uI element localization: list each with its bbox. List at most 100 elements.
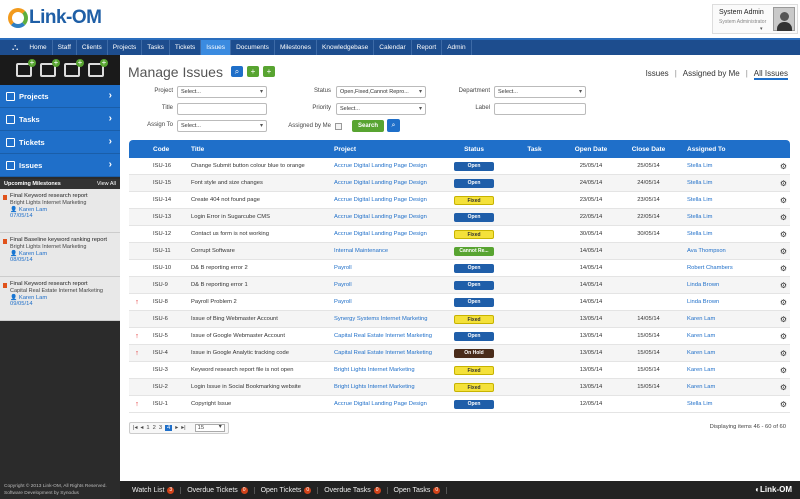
nav-item-staff[interactable]: Staff xyxy=(53,40,77,55)
table-row[interactable]: ISU-9 D& B reporting error 1 Payroll Open 14… xyxy=(129,277,790,294)
page-size-select[interactable]: 15 xyxy=(194,424,225,432)
sidebar-item-issues[interactable]: Issues › xyxy=(0,154,120,177)
issue-title[interactable]: D& B reporting error 2 xyxy=(184,265,327,271)
gear-icon[interactable]: ⚙ xyxy=(777,264,790,273)
issue-title[interactable]: Change Submit button colour blue to oran… xyxy=(184,163,327,169)
table-row[interactable]: ↑ ISU-1 Copyright Issue Accrue Digital Land… xyxy=(129,396,790,413)
page-1[interactable]: 1 xyxy=(146,425,149,431)
issue-title[interactable]: D& B reporting error 1 xyxy=(184,282,327,288)
add-bulk-button[interactable]: + xyxy=(263,66,275,77)
nav-item-issues[interactable]: Issues xyxy=(201,40,232,55)
add-issue-button[interactable]: + xyxy=(247,66,259,77)
issue-project[interactable]: Payroll xyxy=(327,265,441,271)
add-document-icon[interactable] xyxy=(16,59,36,77)
issue-project[interactable]: Capital Real Estate Internet Marketing xyxy=(327,333,441,339)
issue-title[interactable]: Payroll Problem 2 xyxy=(184,299,327,305)
nav-item-admin[interactable]: Admin xyxy=(442,40,472,55)
page-3[interactable]: 3 xyxy=(159,425,162,431)
nav-item-documents[interactable]: Documents xyxy=(231,40,275,55)
last-page-icon[interactable]: ▸| xyxy=(181,425,185,431)
table-row[interactable]: ISU-12 Contact us form is not working Accr… xyxy=(129,226,790,243)
gear-icon[interactable]: ⚙ xyxy=(777,332,790,341)
user-menu[interactable]: System Admin System Administrator ▾ xyxy=(712,4,798,34)
issue-title[interactable]: Contact us form is not working xyxy=(184,231,327,237)
prev-page-icon[interactable]: ◂ xyxy=(140,425,143,431)
table-row[interactable]: ↑ ISU-5 Issue of Google Webmaster Account C… xyxy=(129,328,790,345)
assigned-to[interactable]: Karen Lam xyxy=(677,316,777,322)
gear-icon[interactable]: ⚙ xyxy=(777,162,790,171)
chevron-down-icon[interactable]: ▾ xyxy=(760,26,763,32)
issue-project[interactable]: Payroll xyxy=(327,299,441,305)
gear-icon[interactable]: ⚙ xyxy=(777,213,790,222)
issue-project[interactable]: Accrue Digital Landing Page Design xyxy=(327,214,441,220)
issue-title[interactable]: Corrupt Software xyxy=(184,248,327,254)
gear-icon[interactable]: ⚙ xyxy=(777,383,790,392)
sidebar-item-tasks[interactable]: Tasks › xyxy=(0,108,120,131)
table-row[interactable]: ISU-10 D& B reporting error 2 Payroll Open 1… xyxy=(129,260,790,277)
issue-project[interactable]: Internal Maintenance xyxy=(327,248,441,254)
gear-icon[interactable]: ⚙ xyxy=(777,281,790,290)
assigned-by-me-checkbox[interactable] xyxy=(335,123,342,130)
add-task-icon[interactable] xyxy=(40,59,60,77)
gear-icon[interactable]: ⚙ xyxy=(777,298,790,307)
assigned-to[interactable]: Karen Lam xyxy=(677,350,777,356)
title-input[interactable] xyxy=(177,103,267,115)
issue-title[interactable]: Keyword research report file is not open xyxy=(184,367,327,373)
add-user-icon[interactable] xyxy=(64,59,84,77)
table-row[interactable]: ↑ ISU-4 Issue in Google Analytic tracking … xyxy=(129,345,790,362)
column-header-code[interactable]: Code xyxy=(145,146,184,153)
assigned-to[interactable]: Linda Brown xyxy=(677,282,777,288)
assigned-to[interactable]: Karen Lam xyxy=(677,333,777,339)
priority-select[interactable]: Select... xyxy=(336,103,426,115)
next-page-icon[interactable]: ▸ xyxy=(175,425,178,431)
assigned-to[interactable]: Linda Brown xyxy=(677,299,777,305)
issue-title[interactable]: Create 404 not found page xyxy=(184,197,327,203)
column-header-title[interactable]: Title xyxy=(184,146,327,153)
issue-title[interactable]: Issue of Google Webmaster Account xyxy=(184,333,327,339)
status-select[interactable]: Open,Fixed,Cannot Repro... xyxy=(336,86,426,98)
gear-icon[interactable]: ⚙ xyxy=(777,315,790,324)
nav-item-report[interactable]: Report xyxy=(412,40,443,55)
issue-title[interactable]: Issue of Bing Webmaster Account xyxy=(184,316,327,322)
sidebar-item-projects[interactable]: Projects › xyxy=(0,85,120,108)
column-header-assigned-to[interactable]: Assigned To xyxy=(677,146,777,153)
milestone-item[interactable]: Final Keyword research report Capital Rea… xyxy=(0,277,120,321)
nav-item-tasks[interactable]: Tasks xyxy=(142,40,170,55)
footer-item-open-tasks[interactable]: Open Tasks 0 xyxy=(388,486,448,494)
footer-item-overdue-tasks[interactable]: Overdue Tasks 0 xyxy=(318,486,388,494)
issue-project[interactable]: Accrue Digital Landing Page Design xyxy=(327,163,441,169)
nav-item-home[interactable]: Home xyxy=(24,40,53,55)
table-row[interactable]: ISU-15 Font style and size changes Accrue … xyxy=(129,175,790,192)
gear-icon[interactable]: ⚙ xyxy=(777,400,790,409)
issue-title[interactable]: Issue in Google Analytic tracking code xyxy=(184,350,327,356)
issue-project[interactable]: Accrue Digital Landing Page Design xyxy=(327,231,441,237)
nav-item-tickets[interactable]: Tickets xyxy=(170,40,202,55)
milestone-item[interactable]: Final Baseline keyword ranking report Bri… xyxy=(0,233,120,277)
column-header-status[interactable]: Status xyxy=(441,146,507,153)
milestone-item[interactable]: Final Keyword research report Bright Ligh… xyxy=(0,189,120,233)
table-row[interactable]: ISU-11 Corrupt Software Internal Maintenan… xyxy=(129,243,790,260)
issue-project[interactable]: Capital Real Estate Internet Marketing xyxy=(327,350,441,356)
assigned-to[interactable]: Stella Lim xyxy=(677,214,777,220)
footer-item-open-tickets[interactable]: Open Tickets 0 xyxy=(255,486,319,494)
table-row[interactable]: ↑ ISU-8 Payroll Problem 2 Payroll Open 14/05/… xyxy=(129,294,790,311)
table-row[interactable]: ISU-6 Issue of Bing Webmaster Account Syne… xyxy=(129,311,790,328)
nav-item-knowledgebase[interactable]: Knowledgebase xyxy=(317,40,375,55)
issue-title[interactable]: Login Issue in Social Bookmarking websit… xyxy=(184,384,327,390)
sidebar-item-tickets[interactable]: Tickets › xyxy=(0,131,120,154)
issue-title[interactable]: Login Error in Sugarcube CMS xyxy=(184,214,327,220)
first-page-icon[interactable]: |◂ xyxy=(133,425,137,431)
add-ticket-icon[interactable] xyxy=(88,59,108,77)
issue-project[interactable]: Accrue Digital Landing Page Design xyxy=(327,401,441,407)
view-assigned-by-me[interactable]: Assigned by Me xyxy=(683,69,740,80)
gear-icon[interactable]: ⚙ xyxy=(777,349,790,358)
table-row[interactable]: ISU-2 Login Issue in Social Bookmarking w… xyxy=(129,379,790,396)
issue-project[interactable]: Accrue Digital Landing Page Design xyxy=(327,197,441,203)
issue-project[interactable]: Bright Lights Internet Marketing xyxy=(327,367,441,373)
assigned-to[interactable]: Robert Chambers xyxy=(677,265,777,271)
assigned-to[interactable]: Stella Lim xyxy=(677,231,777,237)
label-input[interactable] xyxy=(494,103,586,115)
view-issues[interactable]: Issues xyxy=(646,69,669,80)
gear-icon[interactable]: ⚙ xyxy=(777,366,790,375)
table-row[interactable]: ISU-13 Login Error in Sugarcube CMS Accrue… xyxy=(129,209,790,226)
